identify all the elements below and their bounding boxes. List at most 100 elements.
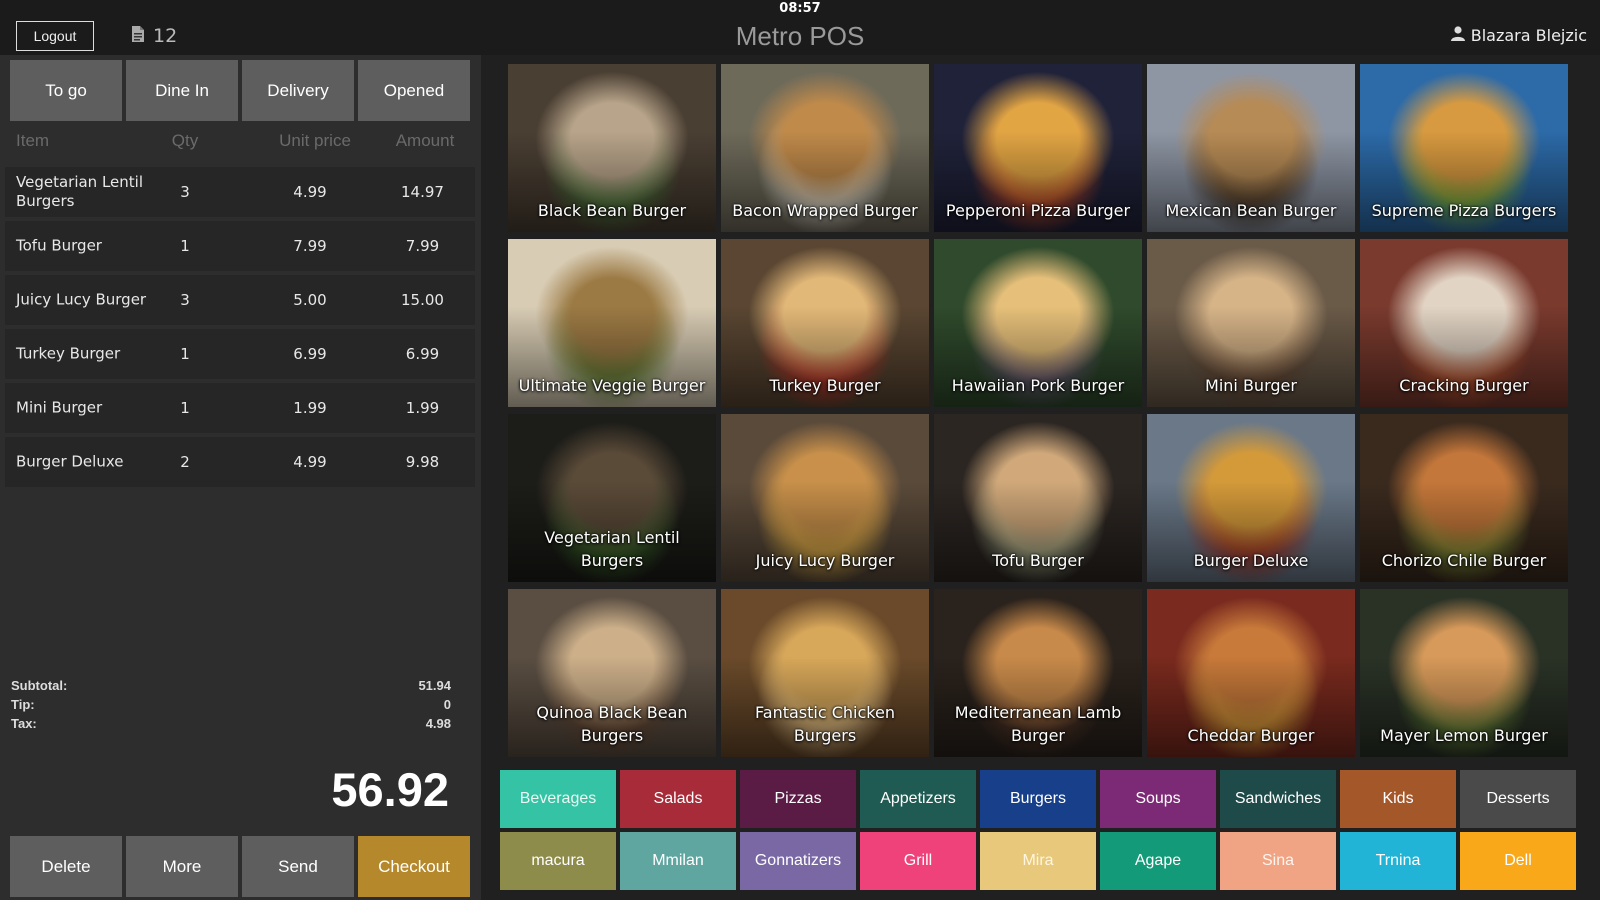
line-unit-price: 4.99 bbox=[293, 453, 327, 471]
category-kids[interactable]: Kids bbox=[1340, 770, 1456, 828]
product-tile[interactable]: Cracking Burger bbox=[1360, 239, 1568, 407]
grand-total: 56.92 bbox=[331, 763, 449, 816]
product-name: Pepperoni Pizza Burger bbox=[945, 201, 1131, 220]
product-name: Ultimate Veggie Burger bbox=[518, 376, 706, 395]
column-amount: Amount bbox=[395, 131, 455, 150]
tip-line: Tip: 0 bbox=[11, 697, 451, 716]
category-soups[interactable]: Soups bbox=[1100, 770, 1216, 828]
product-name: Juicy Lucy Burger bbox=[755, 551, 895, 570]
user-menu[interactable]: Blazara Blejzic bbox=[1450, 22, 1587, 48]
product-name: Turkey Burger bbox=[769, 376, 881, 395]
product-tile[interactable]: Turkey Burger bbox=[721, 239, 929, 407]
order-line[interactable]: Juicy Lucy Burger 3 5.00 15.00 bbox=[5, 275, 475, 325]
logout-button[interactable]: Logout bbox=[16, 21, 94, 51]
top-bar: 08:57 Metro POS Logout 12 Blazara Blejzi… bbox=[0, 0, 1600, 55]
category-grill[interactable]: Grill bbox=[860, 832, 976, 890]
totals: Subtotal: 51.94 Tip: 0 Tax: 4.98 bbox=[11, 678, 451, 735]
line-unit-price: 4.99 bbox=[293, 183, 327, 201]
order-line[interactable]: Tofu Burger 1 7.99 7.99 bbox=[5, 221, 475, 271]
product-tile[interactable]: Mexican Bean Burger bbox=[1147, 64, 1355, 232]
product-grid: Black Bean Burger Bacon Wrapped Burger Pep… bbox=[508, 64, 1570, 762]
order-line[interactable]: Burger Deluxe 2 4.99 9.98 bbox=[5, 437, 475, 487]
category-pizzas[interactable]: Pizzas bbox=[740, 770, 856, 828]
category-sandwiches[interactable]: Sandwiches bbox=[1220, 770, 1336, 828]
category-mira[interactable]: Mira bbox=[980, 832, 1096, 890]
product-name: Black Bean Burger bbox=[537, 201, 687, 220]
product-tile[interactable]: Burger Deluxe bbox=[1147, 414, 1355, 582]
tax-line: Tax: 4.98 bbox=[11, 716, 451, 735]
product-tile[interactable]: Vegetarian Lentil Burgers bbox=[508, 414, 716, 582]
category-appetizers[interactable]: Appetizers bbox=[860, 770, 976, 828]
product-name: Quinoa Black Bean Burgers bbox=[536, 703, 688, 745]
opened-button[interactable]: Opened bbox=[358, 60, 470, 121]
product-name: Cracking Burger bbox=[1399, 376, 1529, 395]
product-tile[interactable]: Mediterranean Lamb Burger bbox=[934, 589, 1142, 757]
dine-in-button[interactable]: Dine In bbox=[126, 60, 238, 121]
category-macura[interactable]: macura bbox=[500, 832, 616, 890]
product-name: Burger Deluxe bbox=[1193, 551, 1309, 570]
product-name: Mayer Lemon Burger bbox=[1380, 726, 1548, 745]
line-unit-price: 7.99 bbox=[293, 237, 327, 255]
order-table-header: Item Qty Unit price Amount bbox=[5, 131, 475, 161]
line-amount: 9.98 bbox=[405, 453, 440, 471]
category-trnina[interactable]: Trnina bbox=[1340, 832, 1456, 890]
order-mode-bar: To go Dine In Delivery Opened bbox=[10, 60, 470, 121]
send-button[interactable]: Send bbox=[242, 836, 354, 897]
line-item: Juicy Lucy Burger bbox=[16, 290, 147, 309]
action-bar: Delete More Send Checkout bbox=[10, 836, 470, 897]
app-title: Metro POS bbox=[735, 21, 865, 51]
category-agape[interactable]: Agape bbox=[1100, 832, 1216, 890]
order-line[interactable]: Mini Burger 1 1.99 1.99 bbox=[5, 383, 475, 433]
product-name: Supreme Pizza Burgers bbox=[1371, 201, 1557, 220]
line-item: Tofu Burger bbox=[16, 236, 102, 255]
category-dell[interactable]: Dell bbox=[1460, 832, 1576, 890]
subtotal-value: 51.94 bbox=[418, 678, 451, 693]
order-lines: Vegetarian Lentil Burgers 3 4.99 14.97 T… bbox=[5, 167, 475, 491]
product-tile[interactable]: Ultimate Veggie Burger bbox=[508, 239, 716, 407]
checkout-button[interactable]: Checkout bbox=[358, 836, 470, 897]
more-button[interactable]: More bbox=[126, 836, 238, 897]
product-tile[interactable]: Chorizo Chile Burger bbox=[1360, 414, 1568, 582]
line-amount: 15.00 bbox=[401, 291, 444, 309]
subtotal-label: Subtotal: bbox=[11, 678, 68, 693]
product-tile[interactable]: Juicy Lucy Burger bbox=[721, 414, 929, 582]
order-number[interactable]: 12 bbox=[131, 22, 177, 50]
category-beverages[interactable]: Beverages bbox=[500, 770, 616, 828]
product-tile[interactable]: Tofu Burger bbox=[934, 414, 1142, 582]
product-name: Chorizo Chile Burger bbox=[1381, 551, 1547, 570]
category-gonnatizers[interactable]: Gonnatizers bbox=[740, 832, 856, 890]
delete-button[interactable]: Delete bbox=[10, 836, 122, 897]
order-panel: To go Dine In Delivery Opened Item Qty U… bbox=[0, 55, 481, 900]
product-tile[interactable]: Hawaiian Pork Burger bbox=[934, 239, 1142, 407]
delivery-button[interactable]: Delivery bbox=[242, 60, 354, 121]
category-salads[interactable]: Salads bbox=[620, 770, 736, 828]
category-mmilan[interactable]: Mmilan bbox=[620, 832, 736, 890]
product-tile[interactable]: Black Bean Burger bbox=[508, 64, 716, 232]
category-burgers[interactable]: Burgers bbox=[980, 770, 1096, 828]
category-sina[interactable]: Sina bbox=[1220, 832, 1336, 890]
column-item: Item bbox=[16, 131, 50, 150]
product-tile[interactable]: Pepperoni Pizza Burger bbox=[934, 64, 1142, 232]
product-tile[interactable]: Bacon Wrapped Burger bbox=[721, 64, 929, 232]
product-tile[interactable]: Mayer Lemon Burger bbox=[1360, 589, 1568, 757]
line-item: Vegetarian Lentil Burgers bbox=[16, 173, 143, 210]
tax-label: Tax: bbox=[11, 716, 37, 731]
category-desserts[interactable]: Desserts bbox=[1460, 770, 1576, 828]
line-item: Burger Deluxe bbox=[16, 452, 124, 471]
line-item: Mini Burger bbox=[16, 398, 103, 417]
product-tile[interactable]: Cheddar Burger bbox=[1147, 589, 1355, 757]
user-name: Blazara Blejzic bbox=[1470, 25, 1587, 45]
tip-value: 0 bbox=[443, 697, 451, 712]
line-qty: 3 bbox=[180, 183, 190, 201]
product-tile[interactable]: Quinoa Black Bean Burgers bbox=[508, 589, 716, 757]
column-unit-price: Unit price bbox=[279, 131, 351, 150]
product-tile[interactable]: Mini Burger bbox=[1147, 239, 1355, 407]
to-go-button[interactable]: To go bbox=[10, 60, 122, 121]
tax-value: 4.98 bbox=[425, 716, 451, 731]
order-line[interactable]: Turkey Burger 1 6.99 6.99 bbox=[5, 329, 475, 379]
product-tile[interactable]: Fantastic Chicken Burgers bbox=[721, 589, 929, 757]
line-unit-price: 1.99 bbox=[293, 399, 327, 417]
line-item: Turkey Burger bbox=[16, 344, 121, 363]
order-line[interactable]: Vegetarian Lentil Burgers 3 4.99 14.97 bbox=[5, 167, 475, 217]
product-tile[interactable]: Supreme Pizza Burgers bbox=[1360, 64, 1568, 232]
